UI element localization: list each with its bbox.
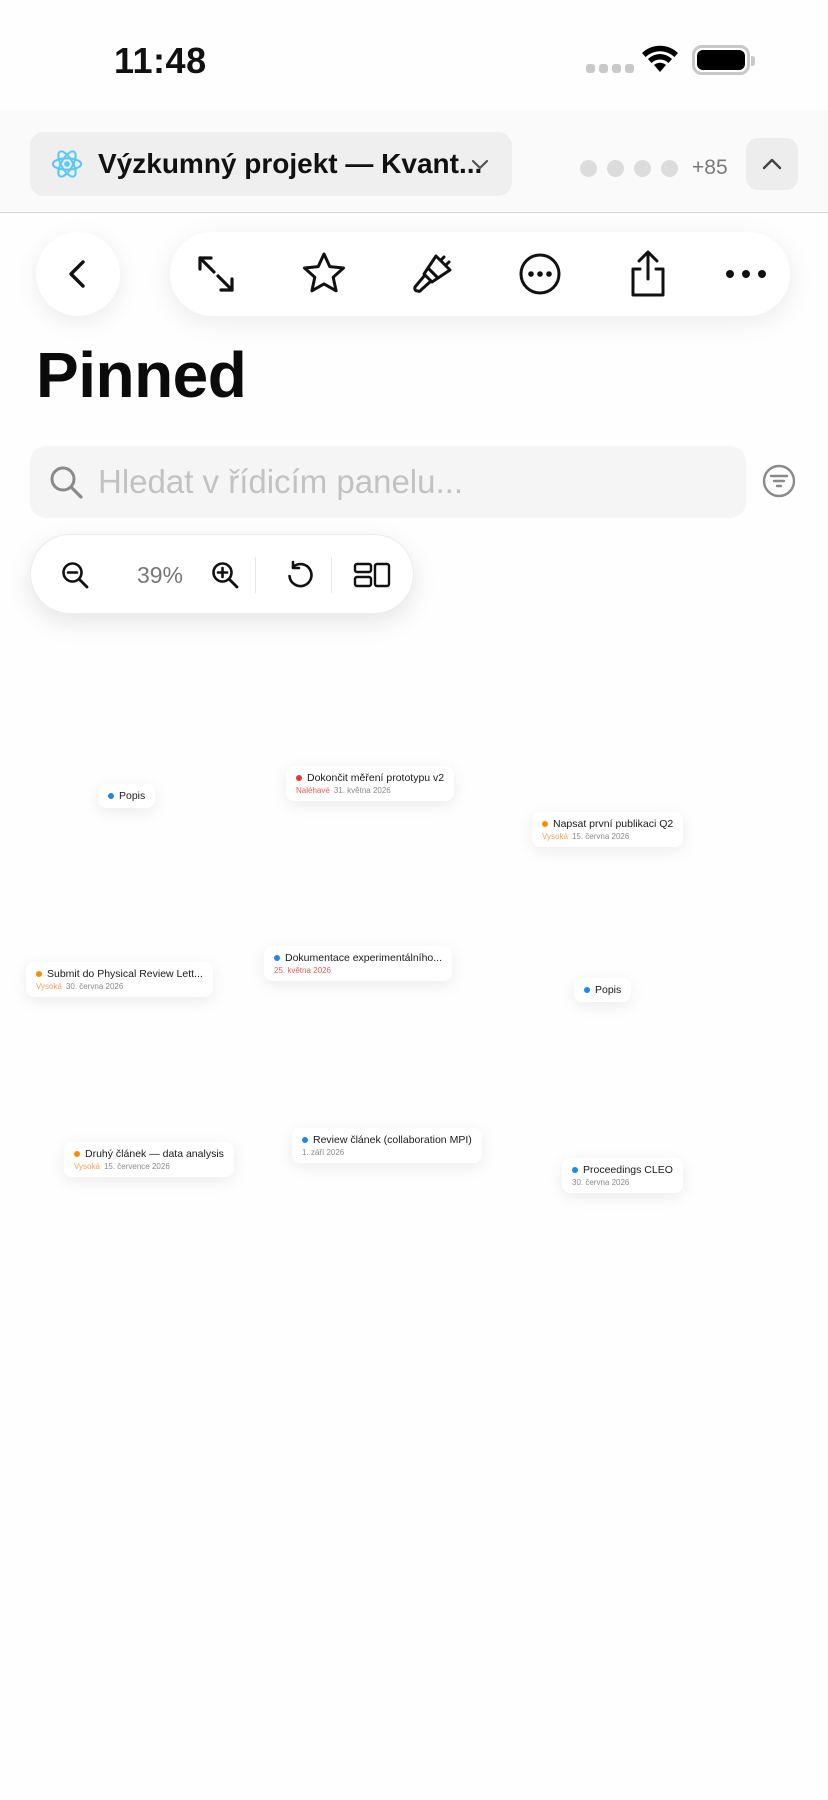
- canvas-card[interactable]: Dokumentace experimentálního... 25. květ…: [264, 946, 453, 981]
- toolbar: [170, 232, 790, 316]
- status-time: 11:48: [114, 40, 207, 81]
- more-options-button[interactable]: [512, 246, 568, 302]
- canvas-card[interactable]: Popis: [574, 978, 632, 1002]
- style-button[interactable]: [404, 246, 460, 302]
- battery-icon: [692, 45, 755, 75]
- avatar: [607, 159, 624, 177]
- canvas-card[interactable]: Napsat první publikaci Q2 Vysoká 15. červ…: [532, 812, 684, 847]
- divider: [255, 557, 256, 593]
- top-header: Výzkumný projekt — Kvant... +85: [0, 110, 828, 213]
- zoom-in-button[interactable]: [203, 553, 247, 597]
- status-bar: 11:48: [0, 0, 828, 110]
- filter-icon[interactable]: [762, 464, 796, 498]
- star-icon: [303, 252, 345, 293]
- chevron-up-icon: [762, 158, 782, 170]
- chevron-left-icon: [69, 260, 85, 288]
- collaborator-avatars[interactable]: +85: [580, 156, 728, 180]
- ellipsis-circle-icon: [519, 253, 561, 295]
- avatar: [580, 159, 597, 177]
- atom-icon: [51, 150, 83, 178]
- canvas-card[interactable]: Popis: [98, 784, 156, 808]
- back-button[interactable]: [36, 232, 120, 316]
- zoom-in-icon: [212, 562, 239, 589]
- reset-zoom-button[interactable]: [277, 553, 321, 597]
- app-screen: 11:48 Výzkumný projekt — Kvant... +85 Pi…: [0, 0, 828, 1800]
- rotate-ccw-icon: [288, 560, 313, 588]
- avatar: [634, 159, 651, 177]
- canvas-card[interactable]: Proceedings CLEO 30. června 2026: [562, 1158, 683, 1193]
- expand-button[interactable]: [188, 246, 244, 302]
- share-button[interactable]: [620, 246, 676, 302]
- project-selector[interactable]: Výzkumný projekt — Kvant...: [30, 132, 512, 196]
- zoom-value: 39%: [136, 561, 184, 588]
- cellular-signal-icon: [586, 64, 634, 73]
- collaborators-count: +85: [692, 156, 728, 179]
- chevron-down-icon: [471, 159, 489, 170]
- favorite-button[interactable]: [296, 246, 352, 302]
- project-title: Výzkumný projekt — Kvant...: [98, 148, 483, 179]
- canvas-card[interactable]: Submit do Physical Review Lett... Vysoká…: [26, 962, 213, 997]
- zoom-level: 39%: [115, 553, 205, 597]
- ellipsis-icon: [726, 270, 766, 278]
- paintbrush-icon: [413, 254, 452, 293]
- search-input[interactable]: [98, 463, 698, 501]
- expand-arrows-icon: [198, 256, 234, 292]
- collapse-header-button[interactable]: [746, 138, 798, 190]
- wifi-icon: [642, 45, 678, 72]
- page-title: Pinned: [36, 339, 247, 411]
- layout-button[interactable]: [349, 553, 395, 597]
- avatar: [661, 159, 678, 177]
- zoom-out-button[interactable]: [53, 553, 97, 597]
- canvas-card[interactable]: Review článek (collaboration MPI) 1. zář…: [292, 1128, 482, 1163]
- canvas-card[interactable]: Dokončit měření prototypu v2 Naléhavé 31.…: [286, 766, 455, 801]
- layout-icon: [353, 562, 391, 588]
- zoom-out-icon: [62, 562, 89, 589]
- search-icon: [50, 466, 83, 499]
- divider: [331, 557, 332, 593]
- overflow-menu-button[interactable]: [718, 246, 774, 302]
- share-icon: [631, 250, 665, 297]
- search-bar: [30, 446, 746, 518]
- canvas-card[interactable]: Druhý článek — data analysis Vysoká 15. č…: [64, 1142, 234, 1177]
- zoom-controls: 39%: [30, 534, 414, 614]
